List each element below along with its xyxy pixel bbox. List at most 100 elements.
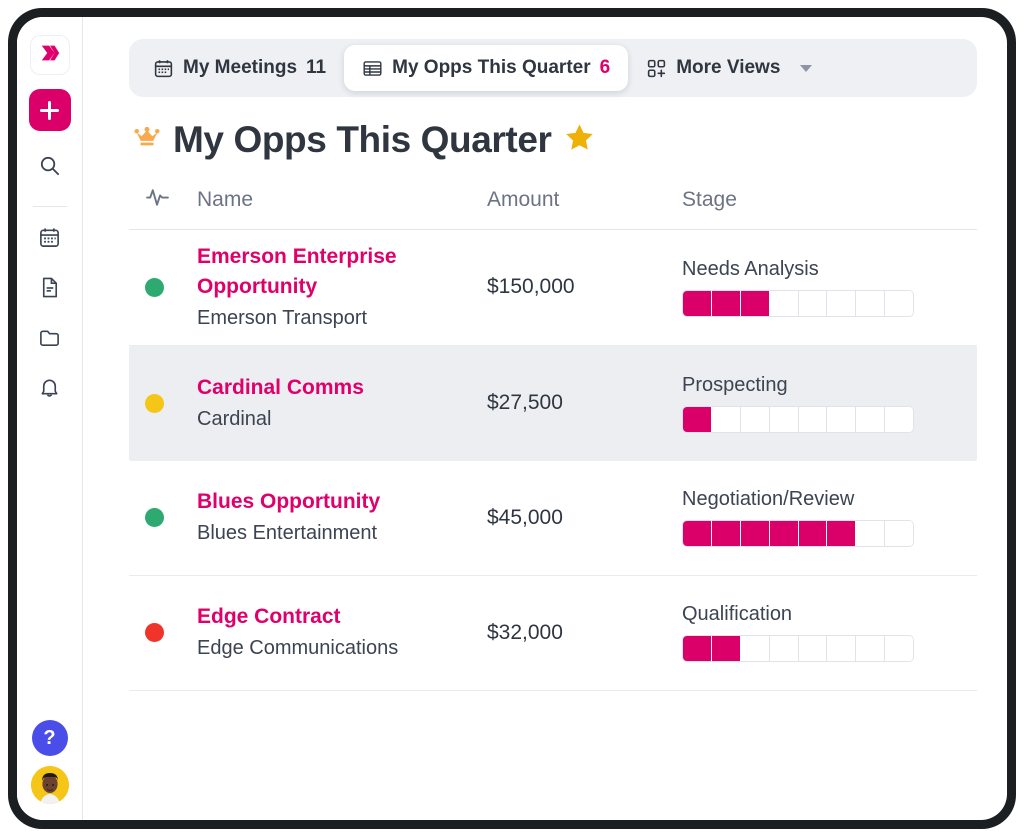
pipeline-segment: [885, 521, 913, 547]
pipeline-segment: [798, 521, 828, 547]
pipeline-segment: [740, 406, 770, 432]
row-stage-cell: Prospecting: [682, 374, 977, 433]
sidebar-item-search[interactable]: [29, 147, 71, 189]
amount-value: $32,000: [487, 620, 563, 644]
pipeline-segment: [827, 290, 857, 316]
status-dot-green: [145, 508, 164, 528]
amount-value: $27,500: [487, 391, 563, 415]
status-dot-yellow: [145, 393, 164, 413]
column-header-stage[interactable]: Stage: [682, 188, 977, 212]
sidebar-divider: [32, 206, 67, 207]
activity-pulse-icon: [145, 185, 170, 215]
pipeline-segment: [856, 521, 886, 547]
account-name: Cardinal: [197, 407, 272, 430]
row-name-cell: Edge Contract Edge Communications: [197, 602, 487, 663]
row-stage-cell: Negotiation/Review: [682, 488, 977, 548]
sidebar-item-notifications[interactable]: [29, 369, 71, 411]
stage-pipeline[interactable]: [682, 289, 914, 317]
row-amount-cell: $150,000: [487, 275, 682, 299]
document-icon: [38, 276, 61, 304]
row-amount-cell: $27,500: [487, 391, 682, 415]
sidebar-item-files[interactable]: [29, 319, 71, 361]
amount-value: $150,000: [487, 275, 575, 299]
chevron-down-icon[interactable]: [800, 64, 813, 72]
pipeline-segment: [740, 521, 770, 547]
avatar[interactable]: [30, 766, 69, 804]
account-name: Blues Entertainment: [197, 522, 378, 545]
row-status: [129, 277, 197, 297]
app-logo[interactable]: [29, 35, 70, 75]
opportunity-link[interactable]: Blues Opportunity: [197, 487, 487, 517]
plus-icon: [40, 100, 59, 120]
row-stage-cell: Needs Analysis: [682, 258, 977, 317]
row-amount-cell: $45,000: [487, 506, 682, 530]
tab-count: 11: [306, 57, 327, 78]
pipeline-segment: [856, 636, 886, 662]
pipeline-segment: [769, 290, 799, 316]
opportunity-link[interactable]: Emerson Enterprise Opportunity: [197, 242, 487, 302]
question-mark-icon: ?: [43, 726, 56, 749]
amount-value: $45,000: [487, 505, 563, 529]
tab-label: My Meetings: [183, 57, 298, 78]
star-icon[interactable]: [564, 122, 595, 158]
pipeline-segment: [740, 290, 770, 316]
account-name: Emerson Transport: [197, 306, 368, 329]
pipeline-segment: [856, 290, 886, 316]
pipeline-segment: [711, 290, 741, 316]
user-avatar-icon: [30, 766, 69, 804]
sidebar-item-calendar[interactable]: [29, 219, 71, 261]
pipeline-segment: [827, 406, 857, 432]
pipeline-segment: [683, 406, 712, 432]
pipeline-segment: [827, 521, 857, 547]
stage-label: Needs Analysis: [682, 257, 819, 280]
pipeline-segment: [769, 406, 799, 432]
account-name: Edge Communications: [197, 637, 399, 660]
search-icon: [38, 154, 61, 182]
row-status: [129, 393, 197, 413]
tab-label: My Opps This Quarter: [392, 57, 591, 78]
double-chevron-logo-icon: [39, 42, 61, 69]
tab-label: More Views: [676, 57, 781, 78]
app-window: ? My Meetings 11 My Opps This Quarter 6 …: [17, 17, 1007, 820]
table-body: Emerson Enterprise Opportunity Emerson Tr…: [129, 230, 977, 691]
sidebar-item-documents[interactable]: [29, 269, 71, 311]
add-button[interactable]: [28, 89, 71, 131]
table-row[interactable]: Cardinal Comms Cardinal $27,500 Prospecting: [129, 345, 977, 461]
view-tabs: My Meetings 11 My Opps This Quarter 6 Mo…: [129, 39, 977, 97]
pipeline-segment: [711, 406, 741, 432]
pipeline-segment: [711, 521, 741, 547]
column-header-name[interactable]: Name: [197, 188, 487, 212]
main-content: My Meetings 11 My Opps This Quarter 6 Mo…: [83, 17, 1007, 820]
pipeline-segment: [769, 521, 799, 547]
status-dot-green: [145, 277, 164, 297]
pipeline-segment: [683, 290, 712, 316]
opportunity-link[interactable]: Cardinal Comms: [197, 373, 487, 403]
pipeline-segment: [798, 636, 828, 662]
tab-more-views[interactable]: More Views: [628, 45, 830, 91]
row-stage-cell: Qualification: [682, 603, 977, 663]
tab-my-meetings[interactable]: My Meetings 11: [135, 45, 344, 91]
pipeline-segment: [740, 636, 770, 662]
help-button[interactable]: ?: [31, 720, 68, 756]
table-row[interactable]: Edge Contract Edge Communications $32,000 Q…: [129, 576, 977, 691]
row-name-cell: Emerson Enterprise Opportunity Emerson Tr…: [197, 242, 487, 333]
pipeline-segment: [798, 290, 828, 316]
pipeline-segment: [769, 636, 799, 662]
sidebar-bottom: ?: [17, 720, 82, 804]
pipeline-segment: [885, 290, 913, 316]
table-row[interactable]: Emerson Enterprise Opportunity Emerson Tr…: [129, 230, 977, 346]
column-header-amount[interactable]: Amount: [487, 188, 682, 212]
stage-pipeline[interactable]: [682, 520, 914, 548]
pipeline-segment: [827, 636, 857, 662]
opportunities-table: Name Amount Stage Emerson Enterprise Opp…: [129, 185, 977, 691]
table-row[interactable]: Blues Opportunity Blues Entertainment $45,…: [129, 461, 977, 576]
stage-pipeline[interactable]: [682, 635, 914, 663]
calendar-icon: [153, 58, 174, 79]
pipeline-segment: [683, 636, 712, 662]
opportunity-link[interactable]: Edge Contract: [197, 602, 487, 632]
bell-icon: [38, 376, 61, 404]
calendar-icon: [38, 226, 61, 254]
tab-my-opps-this-quarter[interactable]: My Opps This Quarter 6: [344, 45, 629, 91]
add-view-grid-icon: [646, 58, 667, 79]
stage-pipeline[interactable]: [682, 405, 914, 433]
